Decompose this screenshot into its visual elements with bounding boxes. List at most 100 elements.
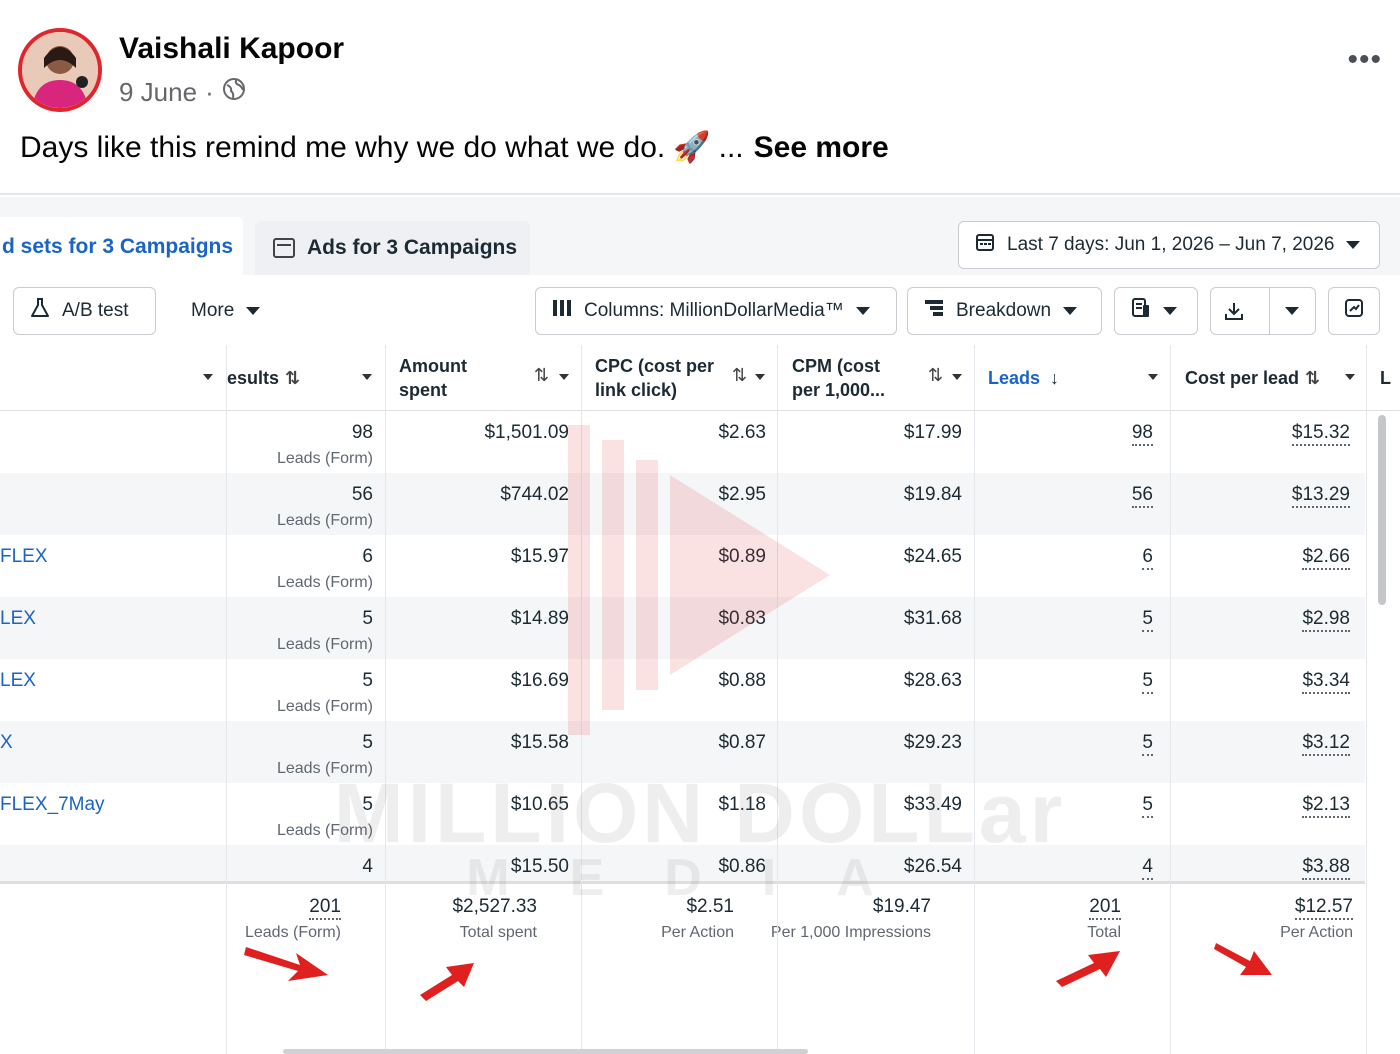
chevron-down-icon — [855, 307, 870, 315]
leads-cell-value[interactable]: 4 — [1142, 856, 1153, 880]
column-divider — [1170, 345, 1171, 1054]
export-options-button[interactable] — [1268, 288, 1315, 334]
table-header: esults ⇅ Amount spent ⇅ CPC (cost per li… — [0, 345, 1400, 411]
cpm-cell-value: $19.84 — [903, 484, 962, 505]
columns-label: Columns: MillionDollarMedia™ — [584, 300, 844, 321]
vertical-scrollbar[interactable] — [1378, 415, 1386, 605]
results-cell-value: 4 — [362, 856, 373, 877]
cost-per-lead-cell-value[interactable]: $2.13 — [1302, 794, 1350, 818]
cost-per-lead-cell-value[interactable]: $2.98 — [1302, 608, 1350, 632]
sort-icon[interactable]: ⇅ — [534, 365, 549, 386]
tab-ad-sets[interactable]: d sets for 3 Campaigns — [0, 217, 243, 277]
results-cell-value: 5 — [362, 732, 373, 753]
column-header-leads[interactable]: Leads ↓ — [988, 345, 1108, 411]
column-header-cpm[interactable]: CPM (cost per 1,000... — [792, 345, 902, 411]
reports-icon — [1131, 297, 1151, 325]
ad-icon — [273, 238, 295, 258]
more-dropdown-button[interactable]: More — [174, 287, 277, 335]
leads-cell-value[interactable]: 5 — [1142, 732, 1153, 756]
results-cell-value: 98 — [351, 422, 373, 443]
reports-dropdown-button[interactable] — [1114, 287, 1198, 335]
cpm-cell: $31.68 — [904, 608, 962, 630]
cost-per-lead-cell-value[interactable]: $3.34 — [1302, 670, 1350, 694]
chevron-down-icon — [246, 307, 261, 315]
chevron-down-icon[interactable] — [1148, 374, 1158, 380]
chevron-down-icon[interactable] — [362, 374, 372, 380]
cpc-cell-value: $0.86 — [718, 856, 766, 877]
chevron-down-icon — [1285, 307, 1300, 315]
results-type-label: Leads (Form) — [276, 698, 373, 715]
column-header-extra[interactable]: L — [1380, 345, 1400, 411]
leads-cell-value[interactable]: 98 — [1131, 422, 1153, 446]
table-row[interactable]: FLEX_7May 5 Leads (Form) $10.65 $1.18 $33.49 5… — [0, 783, 1365, 845]
date-range-picker[interactable]: Last 7 days: Jun 1, 2026 – Jun 7, 2026 — [958, 221, 1380, 269]
leads-cell-value[interactable]: 5 — [1142, 670, 1153, 694]
ad-name-link[interactable]: FLEX — [0, 546, 48, 568]
ab-test-button[interactable]: A/B test — [13, 287, 156, 335]
cost-per-lead-cell: $2.66 — [1302, 546, 1350, 570]
cost-per-lead-cell: $2.13 — [1302, 794, 1350, 818]
sort-icon[interactable]: ⇅ — [1305, 368, 1320, 389]
author-name[interactable]: Vaishali Kapoor — [119, 32, 344, 66]
cost-per-lead-cell-value[interactable]: $3.88 — [1302, 856, 1350, 880]
chevron-down-icon[interactable] — [203, 374, 213, 380]
column-header-cost-per-lead[interactable]: Cost per lead ⇅ — [1185, 345, 1335, 411]
chevron-down-icon[interactable] — [952, 374, 962, 380]
ad-name-link[interactable]: X — [0, 732, 13, 754]
sort-icon[interactable]: ⇅ — [732, 365, 747, 386]
meta-separator: · — [205, 77, 214, 107]
leads-cell-value[interactable]: 5 — [1142, 794, 1153, 818]
cost-per-lead-cell: $3.12 — [1302, 732, 1350, 756]
globe-icon — [222, 77, 246, 108]
chevron-down-icon — [1163, 307, 1177, 315]
total-leads: 201 Total — [1087, 896, 1121, 941]
results-type-label: Leads (Form) — [276, 574, 373, 591]
results-cell-value: 5 — [362, 794, 373, 815]
cpm-cell: $26.54 — [904, 856, 962, 878]
cost-per-lead-cell: $3.34 — [1302, 670, 1350, 694]
cost-per-lead-cell-value[interactable]: $13.29 — [1291, 484, 1350, 508]
cpm-cell-value: $33.49 — [903, 794, 962, 815]
column-header-cpc[interactable]: CPC (cost per link click) — [595, 345, 720, 411]
tab-ads[interactable]: Ads for 3 Campaigns — [255, 221, 530, 275]
download-icon[interactable] — [1211, 288, 1257, 334]
leads-cell: 56 — [1131, 484, 1153, 508]
leads-cell-value[interactable]: 56 — [1131, 484, 1153, 508]
sort-icon[interactable]: ⇅ — [285, 368, 300, 389]
cpm-cell-value: $29.23 — [903, 732, 962, 753]
ad-name-link[interactable]: FLEX_7May — [0, 794, 105, 816]
breakdown-dropdown-button[interactable]: Breakdown — [907, 287, 1102, 335]
horizontal-scrollbar[interactable] — [283, 1049, 808, 1054]
results-cell-value: 5 — [362, 608, 373, 629]
leads-cell-value[interactable]: 5 — [1142, 608, 1153, 632]
external-chart-icon — [1343, 297, 1365, 325]
cpc-cell: $0.87 — [718, 732, 766, 754]
see-more-link[interactable]: See more — [754, 131, 889, 165]
chevron-down-icon[interactable] — [559, 374, 569, 380]
ad-name-link[interactable]: LEX — [0, 670, 36, 692]
sort-icon[interactable]: ⇅ — [928, 365, 943, 386]
leads-cell: 4 — [1142, 856, 1153, 880]
leads-cell-value[interactable]: 6 — [1142, 546, 1153, 570]
sort-descending-icon[interactable]: ↓ — [1050, 368, 1059, 389]
post-date[interactable]: 9 June — [119, 77, 197, 108]
columns-dropdown-button[interactable]: Columns: MillionDollarMedia™ — [535, 287, 897, 335]
open-report-button[interactable] — [1328, 287, 1380, 335]
amount-spent-cell: $15.58 — [511, 732, 569, 754]
more-horizontal-icon[interactable]: ••• — [1347, 45, 1382, 75]
chevron-down-icon[interactable] — [1345, 374, 1355, 380]
total-cpm: $19.47 Per 1,000 Impressions — [770, 896, 931, 941]
column-header-amount-spent[interactable]: Amount spent — [399, 345, 509, 411]
columns-icon — [552, 299, 572, 323]
flask-icon — [30, 297, 50, 325]
more-label: More — [191, 300, 235, 321]
column-header-results[interactable]: esults ⇅ — [227, 345, 383, 411]
ad-name-link[interactable]: LEX — [0, 608, 36, 630]
cost-per-lead-cell-value[interactable]: $15.32 — [1291, 422, 1350, 446]
chevron-down-icon[interactable] — [755, 374, 765, 380]
ads-data-table: esults ⇅ Amount spent ⇅ CPC (cost per li… — [0, 345, 1400, 1054]
author-avatar[interactable] — [18, 28, 102, 112]
total-amount-spent: $2,527.33 Total spent — [452, 896, 537, 941]
cost-per-lead-cell-value[interactable]: $3.12 — [1302, 732, 1350, 756]
cost-per-lead-cell-value[interactable]: $2.66 — [1302, 546, 1350, 570]
